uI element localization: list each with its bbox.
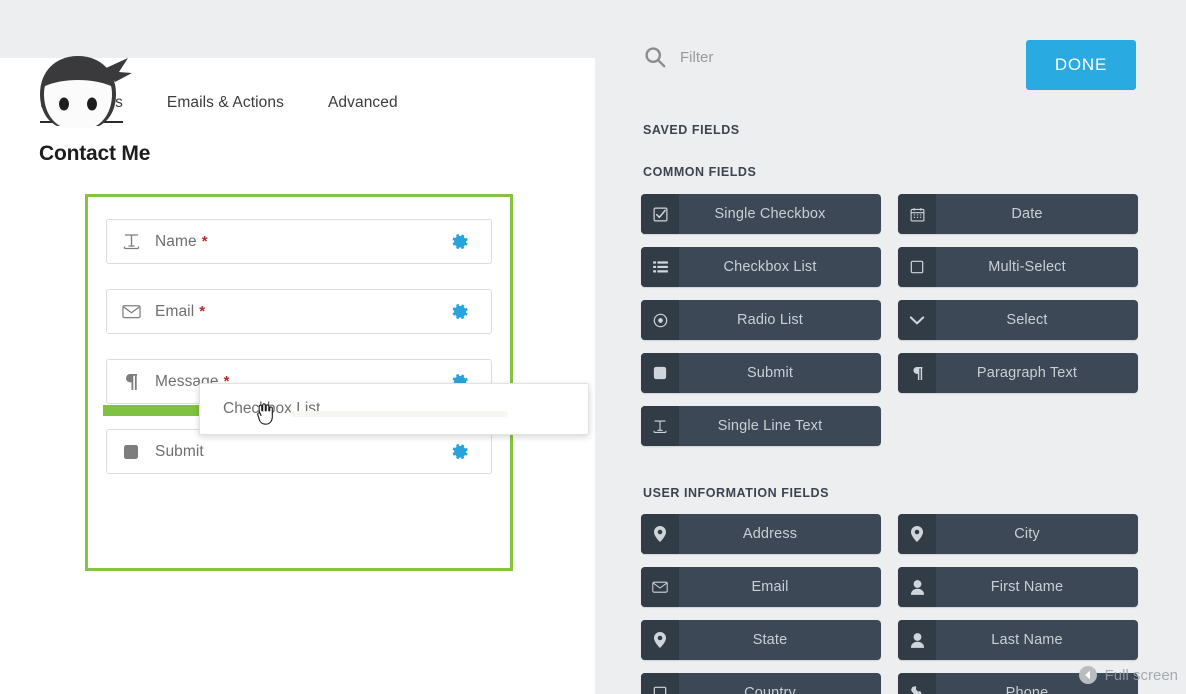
tab-emails-actions[interactable]: Emails & Actions [167, 94, 284, 123]
drag-ghost-card[interactable]: Checkbox List [199, 383, 589, 435]
paragraph-icon [898, 353, 936, 393]
required-marker: * [199, 303, 205, 320]
palette-item-label: Select [936, 312, 1138, 328]
filter-search[interactable]: Filter [643, 45, 713, 69]
palette-item-radio-list[interactable]: Radio List [641, 300, 881, 340]
app-root: Form Fields Emails & Actions Advanced Co… [0, 0, 1186, 694]
done-button[interactable]: DONE [1026, 40, 1136, 90]
palette-item-first-name[interactable]: First Name [898, 567, 1138, 607]
page-title: Contact Me [39, 142, 150, 166]
palette-item-submit[interactable]: Submit [641, 353, 881, 393]
tab-label: Advanced [328, 94, 398, 111]
form-field-label: Name [155, 233, 197, 251]
single-line-text-icon [107, 233, 155, 250]
tab-label: Form Fields [40, 94, 123, 111]
palette-item-state[interactable]: State [641, 620, 881, 660]
map-pin-icon [898, 514, 936, 554]
palette-item-address[interactable]: Address [641, 514, 881, 554]
palette-item-label: City [936, 526, 1138, 542]
palette-item-multi-select[interactable]: Multi-Select [898, 247, 1138, 287]
palette-item-single-checkbox[interactable]: Single Checkbox [641, 194, 881, 234]
square-outline-icon [898, 247, 936, 287]
tab-label: Emails & Actions [167, 94, 284, 111]
map-pin-icon [641, 514, 679, 554]
palette-item-phone[interactable]: Phone [898, 673, 1138, 694]
palette-item-label: Radio List [679, 312, 881, 328]
checkbox-checked-icon [641, 194, 679, 234]
form-field-label: Email [155, 303, 194, 321]
palette-item-country[interactable]: Country [641, 673, 881, 694]
envelope-icon [107, 304, 155, 319]
tab-advanced[interactable]: Advanced [328, 94, 398, 123]
field-palette-panel: Filter DONE SAVED FIELDS COMMON FIELDS S… [595, 0, 1186, 694]
palette-item-date[interactable]: Date [898, 194, 1138, 234]
submit-square-icon [107, 444, 155, 460]
paragraph-icon [107, 373, 155, 391]
form-field-row-submit[interactable]: Submit [106, 429, 492, 474]
palette-item-label: Single Line Text [679, 418, 881, 434]
submit-square-icon [641, 353, 679, 393]
palette-item-label: Email [679, 579, 881, 595]
palette-item-label: Single Checkbox [679, 206, 881, 222]
envelope-icon [641, 567, 679, 607]
form-builder-panel: Form Fields Emails & Actions Advanced Co… [0, 58, 595, 694]
search-input[interactable]: Filter [680, 49, 713, 66]
gear-icon[interactable] [452, 303, 469, 320]
list-icon [641, 247, 679, 287]
section-heading-saved-fields: SAVED FIELDS [643, 123, 740, 137]
chevron-down-icon [898, 300, 936, 340]
palette-item-label: First Name [936, 579, 1138, 595]
palette-item-email[interactable]: Email [641, 567, 881, 607]
palette-item-label: Country [679, 685, 881, 694]
map-pin-icon [641, 620, 679, 660]
phone-icon [898, 673, 936, 694]
palette-item-label: Multi-Select [936, 259, 1138, 275]
form-field-row-name[interactable]: Name * [106, 219, 492, 264]
form-field-row-email[interactable]: Email * [106, 289, 492, 334]
form-field-label: Submit [155, 443, 204, 461]
palette-item-city[interactable]: City [898, 514, 1138, 554]
palette-item-label: Checkbox List [679, 259, 881, 275]
search-icon [643, 45, 667, 69]
builder-tabs: Form Fields Emails & Actions Advanced [40, 94, 442, 123]
ghost-rule [290, 411, 508, 417]
section-heading-common-fields: COMMON FIELDS [643, 165, 756, 179]
required-marker: * [202, 233, 208, 250]
person-icon [898, 567, 936, 607]
common-fields-grid: Single Checkbox Date [641, 194, 1151, 446]
radio-icon [641, 300, 679, 340]
palette-item-label: Address [679, 526, 881, 542]
person-icon [898, 620, 936, 660]
palette-item-label: Submit [679, 365, 881, 381]
palette-item-label: Paragraph Text [936, 365, 1138, 381]
palette-item-label: Phone [936, 685, 1138, 694]
section-heading-user-information-fields: USER INFORMATION FIELDS [643, 486, 829, 500]
palette-item-checkbox-list[interactable]: Checkbox List [641, 247, 881, 287]
gear-icon[interactable] [452, 233, 469, 250]
single-line-text-icon [641, 406, 679, 446]
palette-item-paragraph-text[interactable]: Paragraph Text [898, 353, 1138, 393]
palette-item-single-line-text[interactable]: Single Line Text [641, 406, 881, 446]
calendar-icon [898, 194, 936, 234]
user-information-fields-grid: Address City Email F [641, 514, 1151, 694]
palette-item-label: Date [936, 206, 1138, 222]
palette-item-label: State [679, 632, 881, 648]
square-outline-icon [641, 673, 679, 694]
palette-item-last-name[interactable]: Last Name [898, 620, 1138, 660]
tab-form-fields[interactable]: Form Fields [40, 94, 123, 123]
gear-icon[interactable] [452, 443, 469, 460]
palette-item-label: Last Name [936, 632, 1138, 648]
palette-item-select[interactable]: Select [898, 300, 1138, 340]
